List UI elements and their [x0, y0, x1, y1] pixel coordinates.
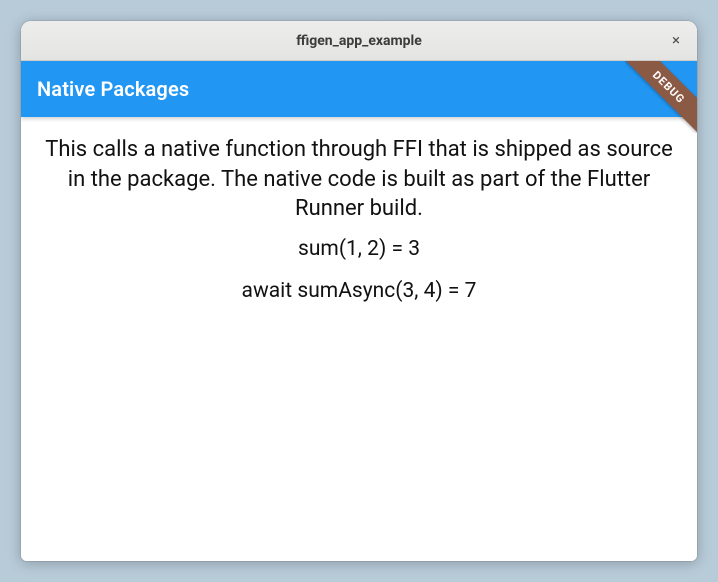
- description-text: This calls a native function through FFI…: [39, 135, 679, 224]
- close-icon: ×: [672, 33, 680, 48]
- close-button[interactable]: ×: [665, 30, 687, 52]
- sum-result-text: sum(1, 2) = 3: [39, 234, 679, 266]
- content-area: This calls a native function through FFI…: [21, 117, 697, 561]
- window-title: ffigen_app_example: [296, 33, 422, 49]
- sum-async-result-text: await sumAsync(3, 4) = 7: [39, 276, 679, 308]
- app-bar-title: Native Packages: [37, 77, 189, 101]
- window-titlebar[interactable]: ffigen_app_example ×: [21, 21, 697, 61]
- app-window: ffigen_app_example × Native Packages DEB…: [21, 21, 697, 561]
- app-bar: Native Packages DEBUG: [21, 61, 697, 117]
